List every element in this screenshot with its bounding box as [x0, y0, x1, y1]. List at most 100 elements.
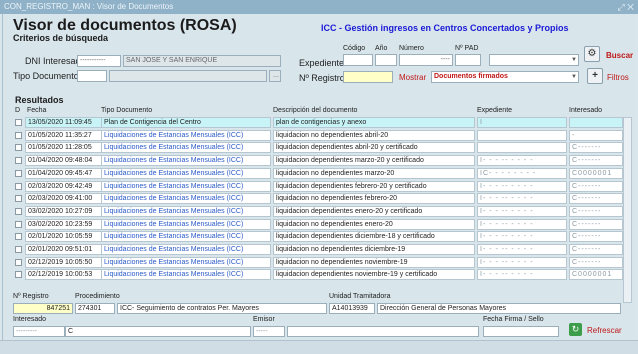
- detail-unidad-name: Dirección General de Personas Mayores: [377, 303, 621, 314]
- cell-interesado: C0000001: [569, 269, 623, 281]
- cell-expediente: I- - - -- - - - -: [477, 244, 567, 255]
- cell-expediente: [477, 142, 567, 154]
- table-row[interactable]: 01/05/2020 11:28:05 Liquidaciones de Esta…: [13, 142, 623, 154]
- cell-expediente: I: [477, 117, 567, 128]
- cell-fecha: 13/05/2020 11:09:45: [25, 117, 111, 128]
- results-scrollbar[interactable]: [623, 117, 632, 303]
- npad-col-label: Nº PAD: [455, 45, 479, 52]
- expediente-codigo-input[interactable]: [343, 54, 373, 66]
- row-checkbox[interactable]: [15, 258, 22, 266]
- row-checkbox[interactable]: [15, 220, 22, 228]
- table-row[interactable]: 01/04/2020 09:45:47 Liquidaciones de Esta…: [13, 167, 623, 179]
- row-checkbox[interactable]: [15, 246, 22, 253]
- expediente-select[interactable]: ▼: [489, 54, 579, 66]
- table-row[interactable]: 03/02/2020 10:27:09 Liquidaciones de Esta…: [13, 205, 623, 217]
- detail-interesado-value: ---------: [13, 326, 65, 337]
- row-checkbox[interactable]: [15, 233, 22, 241]
- row-checkbox[interactable]: [15, 131, 22, 139]
- cell-tipo-documento: Liquidaciones de Estancias Mensuales (IC…: [101, 155, 271, 167]
- row-checkbox[interactable]: [15, 157, 22, 165]
- tipo-doc-label: Tipo Documento: [13, 71, 79, 81]
- mostrar-select[interactable]: Documentos firmados ▼: [431, 71, 579, 83]
- detail-fecha-firma-value: [483, 326, 559, 337]
- tipo-doc-code-input[interactable]: [77, 70, 107, 82]
- cell-expediente: I- - - -- - - - -: [477, 193, 567, 205]
- row-checkbox[interactable]: [15, 119, 22, 126]
- nregistro-input[interactable]: [343, 71, 393, 83]
- tipo-doc-lookup-button[interactable]: …: [269, 70, 281, 82]
- table-row[interactable]: 01/04/2020 09:48:04 Liquidaciones de Esta…: [13, 155, 623, 167]
- cell-interesado: C-------: [569, 218, 623, 230]
- cell-expediente: I- - - -- - - - -: [477, 155, 567, 167]
- search-button[interactable]: ⚙: [584, 46, 600, 62]
- detail-emisor-name: [287, 326, 479, 337]
- cell-expediente: I- - - -- - - - -: [477, 231, 567, 243]
- cell-tipo-documento: Liquidaciones de Estancias Mensuales (IC…: [101, 129, 271, 141]
- cell-tipo-documento: Liquidaciones de Estancias Mensuales (IC…: [101, 231, 271, 243]
- cell-expediente: I- - - -- - - - -: [477, 218, 567, 230]
- table-row[interactable]: 13/05/2020 11:09:45 Plan de Contigencia d…: [13, 117, 623, 128]
- table-row[interactable]: 02/03/2020 09:42:49 Liquidaciones de Esta…: [13, 180, 623, 192]
- col-header-expediente[interactable]: Expediente: [477, 107, 512, 114]
- mostrar-label: Mostrar: [399, 73, 427, 82]
- ellipsis-icon: …: [273, 73, 279, 79]
- cell-tipo-documento: Liquidaciones de Estancias Mensuales (IC…: [101, 167, 271, 179]
- cell-descripcion: liquidacion no dependientes diciembre-19: [273, 244, 475, 255]
- dni-input[interactable]: -----------: [77, 55, 121, 67]
- refrescar-button[interactable]: Refrescar: [587, 326, 622, 335]
- criteria-title: Criterios de búsqueda: [13, 33, 109, 43]
- row-checkbox[interactable]: [15, 195, 22, 203]
- table-row[interactable]: 02/12/2019 10:05:50 Liquidaciones de Esta…: [13, 256, 623, 268]
- expediente-label: Expediente: [299, 58, 345, 68]
- ano-col-label: Año: [375, 45, 388, 52]
- cell-interesado: C-------: [569, 244, 623, 255]
- col-header-tipo[interactable]: Tipo Documento: [101, 107, 152, 114]
- cell-interesado: -: [569, 129, 623, 141]
- table-row[interactable]: 01/05/2020 11:35:27 Liquidaciones de Esta…: [13, 129, 623, 141]
- cell-descripcion: liquidacion dependientes enero-20 y cert…: [273, 205, 475, 217]
- cell-fecha: 01/04/2020 09:45:47: [25, 167, 111, 179]
- numero-col-label: Número: [399, 45, 424, 52]
- cell-descripcion: liquidacion no dependientes abril-20: [273, 129, 475, 141]
- cell-descripcion: liquidacion no dependientes febrero-20: [273, 193, 475, 205]
- cell-expediente: [477, 129, 567, 141]
- col-header-descripcion[interactable]: Descripción del documento: [273, 107, 357, 114]
- cell-tipo-documento: Liquidaciones de Estancias Mensuales (IC…: [101, 180, 271, 192]
- status-bar: [0, 340, 638, 354]
- cell-descripcion: liquidacion dependientes febrero-20 y ce…: [273, 180, 475, 192]
- cell-fecha: 03/02/2020 10:23:59: [25, 218, 111, 230]
- row-checkbox[interactable]: [15, 169, 22, 177]
- window-titlebar: CON_REGISTRO_MAN : Visor de Documentos ⤢…: [0, 0, 638, 14]
- cell-fecha: 02/12/2019 10:05:50: [25, 256, 111, 268]
- cell-fecha: 01/05/2020 11:28:05: [25, 142, 111, 154]
- table-row[interactable]: 03/02/2020 10:23:59 Liquidaciones de Esta…: [13, 218, 623, 230]
- refresh-icon[interactable]: ↻: [569, 323, 582, 336]
- table-row[interactable]: 02/01/2020 09:51:01 Liquidaciones de Esta…: [13, 244, 623, 255]
- cell-interesado: C-------: [569, 180, 623, 192]
- col-header-d: D: [15, 107, 21, 114]
- row-checkbox[interactable]: [15, 271, 22, 279]
- table-row[interactable]: 02/12/2019 10:00:53 Liquidaciones de Esta…: [13, 269, 623, 281]
- table-row[interactable]: 02/03/2020 09:41:00 Liquidaciones de Esta…: [13, 193, 623, 205]
- expediente-ano-input[interactable]: [375, 54, 397, 66]
- detail-emisor-label: Emisor: [253, 316, 275, 323]
- col-header-fecha[interactable]: Fecha: [27, 107, 46, 114]
- buscar-label[interactable]: Buscar: [606, 51, 633, 60]
- plus-icon: +: [592, 70, 598, 81]
- detail-nregistro-value: 847251: [13, 303, 73, 314]
- row-checkbox[interactable]: [15, 207, 22, 215]
- filtros-label[interactable]: Filtros: [607, 73, 629, 82]
- cell-fecha: 02/01/2020 10:05:59: [25, 231, 111, 243]
- col-header-interesado[interactable]: Interesado: [569, 107, 602, 114]
- expediente-numero-input[interactable]: ----: [399, 54, 453, 66]
- window-controls[interactable]: ⤢ ✕: [617, 0, 634, 14]
- table-row[interactable]: 02/01/2020 10:05:59 Liquidaciones de Esta…: [13, 231, 623, 243]
- cell-interesado: C-------: [569, 231, 623, 243]
- cell-descripcion: liquidacion no dependientes enero-20: [273, 218, 475, 230]
- row-checkbox[interactable]: [15, 144, 22, 152]
- cell-tipo-documento: Liquidaciones de Estancias Mensuales (IC…: [101, 269, 271, 281]
- row-checkbox[interactable]: [15, 182, 22, 190]
- expediente-npad-input[interactable]: [455, 54, 481, 66]
- filtros-button[interactable]: +: [587, 68, 603, 84]
- cell-descripcion: liquidacion dependientes noviembre-19 y …: [273, 269, 475, 281]
